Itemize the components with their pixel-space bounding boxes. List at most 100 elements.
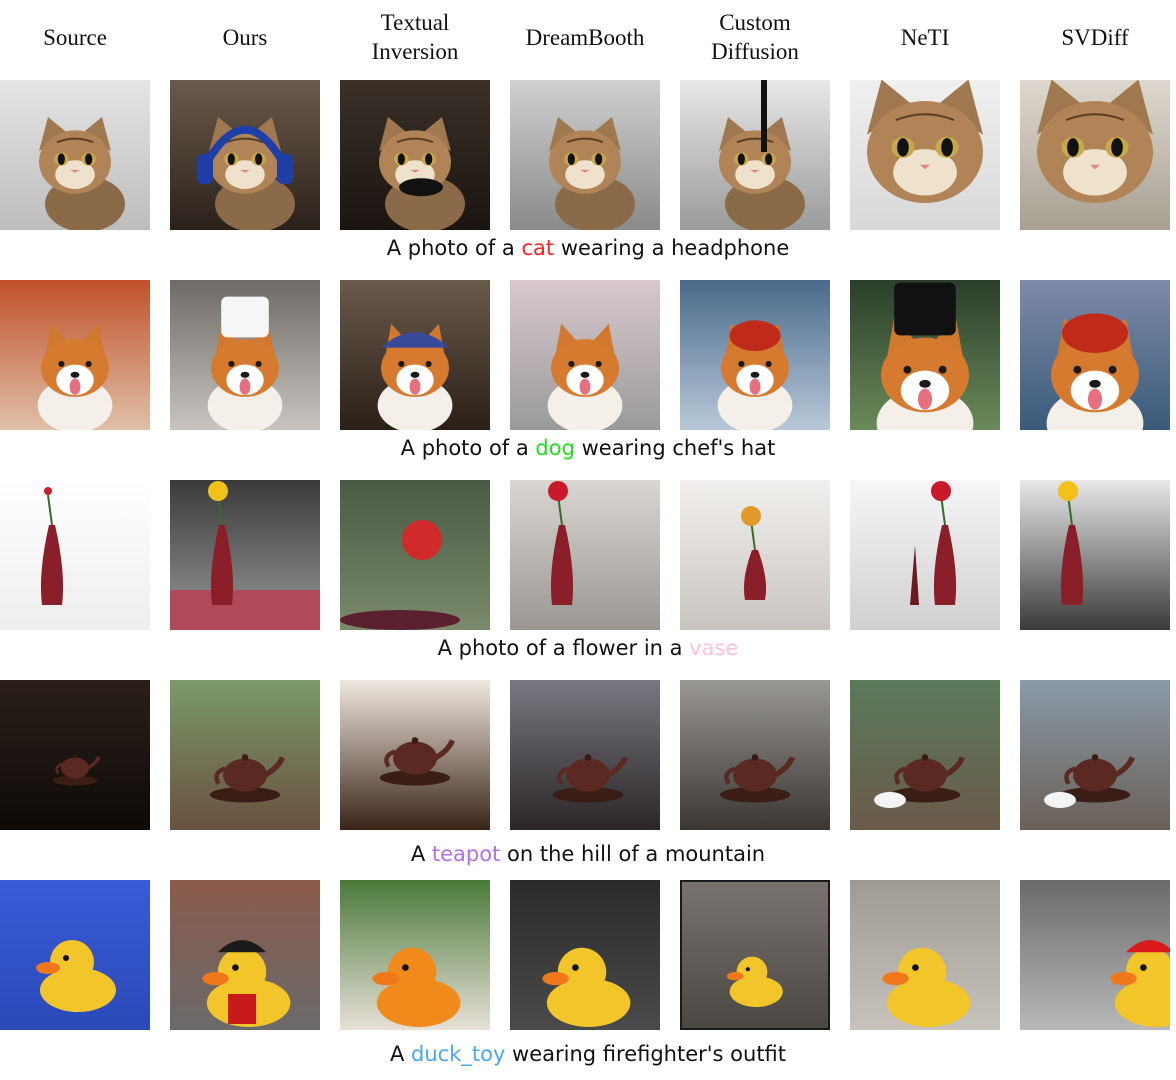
cat-illustration bbox=[850, 80, 1000, 230]
caption-keyword: cat bbox=[521, 236, 555, 260]
dog-illustration bbox=[340, 280, 490, 430]
image-vase-source bbox=[0, 480, 150, 630]
dog-illustration bbox=[170, 280, 320, 430]
vase-illustration bbox=[680, 480, 830, 630]
column-header-ours: Ours bbox=[170, 8, 320, 66]
caption-suffix: on the hill of a mountain bbox=[500, 842, 766, 866]
image-teapot-ours bbox=[170, 680, 320, 830]
vase-illustration bbox=[1020, 480, 1170, 630]
image-dog-custom-diffusion bbox=[680, 280, 830, 430]
image-cat-neti bbox=[850, 80, 1000, 230]
column-header-line: Inversion bbox=[371, 39, 459, 64]
image-dog-textual-inversion bbox=[340, 280, 490, 430]
image-teapot-textual-inversion bbox=[340, 680, 490, 830]
image-dog-dreambooth bbox=[510, 280, 660, 430]
caption-teapot: A teapot on the hill of a mountain bbox=[0, 842, 1176, 866]
vase-illustration bbox=[850, 480, 1000, 630]
dog-illustration bbox=[0, 280, 150, 430]
teapot-illustration bbox=[170, 680, 320, 830]
image-teapot-neti bbox=[850, 680, 1000, 830]
column-header-line: Ours bbox=[222, 24, 268, 50]
caption-dog: A photo of a dog wearing chef's hat bbox=[0, 436, 1176, 460]
image-vase-ours bbox=[170, 480, 320, 630]
duck-toy-illustration bbox=[1020, 880, 1170, 1030]
column-header-svdiff: SVDiff bbox=[1020, 8, 1170, 66]
cat-illustration bbox=[340, 80, 490, 230]
dog-illustration bbox=[680, 280, 830, 430]
image-cat-custom-diffusion bbox=[680, 80, 830, 230]
caption-cat: A photo of a cat wearing a headphone bbox=[0, 236, 1176, 260]
teapot-illustration bbox=[340, 680, 490, 830]
column-header-line: Diffusion bbox=[711, 39, 799, 64]
column-header-neti: NeTI bbox=[850, 8, 1000, 66]
duck-toy-illustration bbox=[680, 880, 830, 1030]
image-teapot-dreambooth bbox=[510, 680, 660, 830]
duck-toy-illustration bbox=[510, 880, 660, 1030]
image-duck-toy-ours bbox=[170, 880, 320, 1030]
image-vase-neti bbox=[850, 480, 1000, 630]
image-dog-source bbox=[0, 280, 150, 430]
column-header-source: Source bbox=[0, 8, 150, 66]
teapot-illustration bbox=[680, 680, 830, 830]
vase-illustration bbox=[170, 480, 320, 630]
cat-illustration bbox=[0, 80, 150, 230]
caption-keyword: vase bbox=[689, 636, 739, 660]
caption-prefix: A photo of a flower in a bbox=[437, 636, 690, 660]
image-duck-toy-dreambooth bbox=[510, 880, 660, 1030]
caption-suffix: wearing firefighter's outfit bbox=[505, 1042, 787, 1066]
cat-illustration bbox=[170, 80, 320, 230]
column-header-line: Textual bbox=[380, 10, 450, 35]
image-cat-ours bbox=[170, 80, 320, 230]
vase-illustration bbox=[0, 480, 150, 630]
image-duck-toy-neti bbox=[850, 880, 1000, 1030]
image-duck-toy-textual-inversion bbox=[340, 880, 490, 1030]
dog-illustration bbox=[850, 280, 1000, 430]
vase-illustration bbox=[340, 480, 490, 630]
column-header-line: DreamBooth bbox=[525, 24, 645, 50]
image-vase-svdiff bbox=[1020, 480, 1170, 630]
image-dog-neti bbox=[850, 280, 1000, 430]
image-cat-textual-inversion bbox=[340, 80, 490, 230]
image-vase-dreambooth bbox=[510, 480, 660, 630]
image-vase-custom-diffusion bbox=[680, 480, 830, 630]
image-cat-svdiff bbox=[1020, 80, 1170, 230]
duck-toy-illustration bbox=[170, 880, 320, 1030]
caption-suffix: wearing chef's hat bbox=[574, 436, 776, 460]
column-header-line: SVDiff bbox=[1061, 24, 1129, 50]
image-duck-toy-custom-diffusion bbox=[680, 880, 830, 1030]
cat-illustration bbox=[1020, 80, 1170, 230]
image-vase-textual-inversion bbox=[340, 480, 490, 630]
caption-duck-toy: A duck_toy wearing firefighter's outfit bbox=[0, 1042, 1176, 1066]
caption-prefix: A bbox=[389, 1042, 412, 1066]
caption-prefix: A photo of a bbox=[386, 236, 522, 260]
duck-toy-illustration bbox=[0, 880, 150, 1030]
dog-illustration bbox=[1020, 280, 1170, 430]
caption-prefix: A bbox=[410, 842, 432, 866]
column-header-line: NeTI bbox=[900, 24, 950, 50]
teapot-illustration bbox=[510, 680, 660, 830]
caption-suffix: wearing a headphone bbox=[554, 236, 790, 260]
caption-prefix: A photo of a bbox=[400, 436, 536, 460]
image-dog-svdiff bbox=[1020, 280, 1170, 430]
caption-keyword: duck_toy bbox=[411, 1042, 506, 1066]
duck-toy-illustration bbox=[340, 880, 490, 1030]
column-header-dreambooth: DreamBooth bbox=[510, 8, 660, 66]
image-cat-dreambooth bbox=[510, 80, 660, 230]
image-cat-source bbox=[0, 80, 150, 230]
image-duck-toy-source bbox=[0, 880, 150, 1030]
duck-toy-illustration bbox=[850, 880, 1000, 1030]
image-duck-toy-svdiff bbox=[1020, 880, 1170, 1030]
image-teapot-svdiff bbox=[1020, 680, 1170, 830]
cat-illustration bbox=[510, 80, 660, 230]
caption-keyword: teapot bbox=[431, 842, 501, 866]
image-teapot-custom-diffusion bbox=[680, 680, 830, 830]
column-header-textual-inversion: Textual Inversion bbox=[340, 8, 490, 66]
column-header-custom-diffusion: Custom Diffusion bbox=[680, 8, 830, 66]
teapot-illustration bbox=[850, 680, 1000, 830]
vase-illustration bbox=[510, 480, 660, 630]
image-teapot-source bbox=[0, 680, 150, 830]
cat-illustration bbox=[680, 80, 830, 230]
column-header-line: Source bbox=[43, 24, 107, 50]
dog-illustration bbox=[510, 280, 660, 430]
caption-vase: A photo of a flower in a vase bbox=[0, 636, 1176, 660]
